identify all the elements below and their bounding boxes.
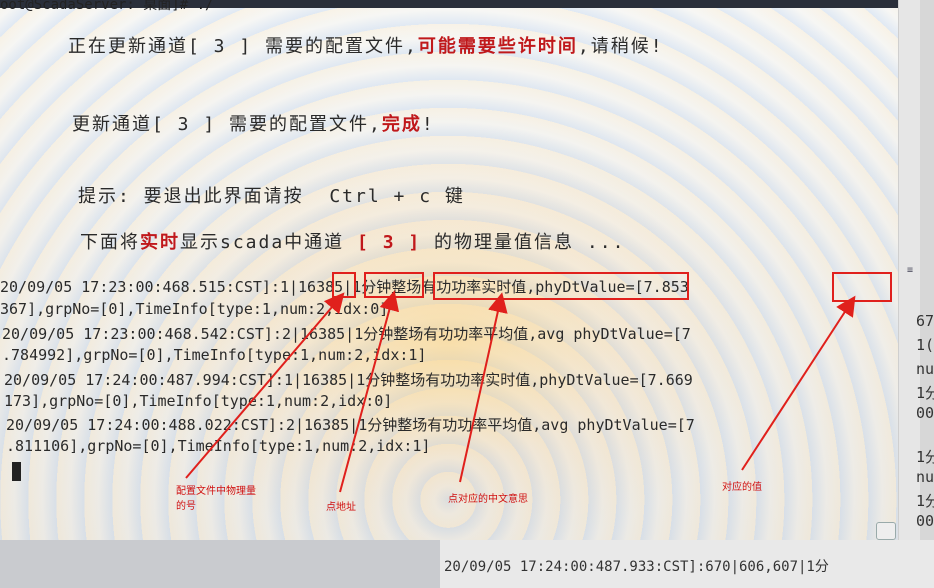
arrow-point-address — [339, 290, 400, 493]
annotation-physical-id: 配置文件中物理量 的号 — [176, 486, 256, 512]
annotation-chinese-meaning: 点对应的中文意思 — [448, 494, 528, 505]
arrow-physical-id — [185, 292, 345, 479]
arrow-chinese-meaning — [459, 292, 508, 483]
arrow-value — [741, 295, 856, 471]
annotation-point-address: 点地址 — [326, 502, 356, 513]
annotation-value: 对应的值 — [722, 482, 762, 493]
